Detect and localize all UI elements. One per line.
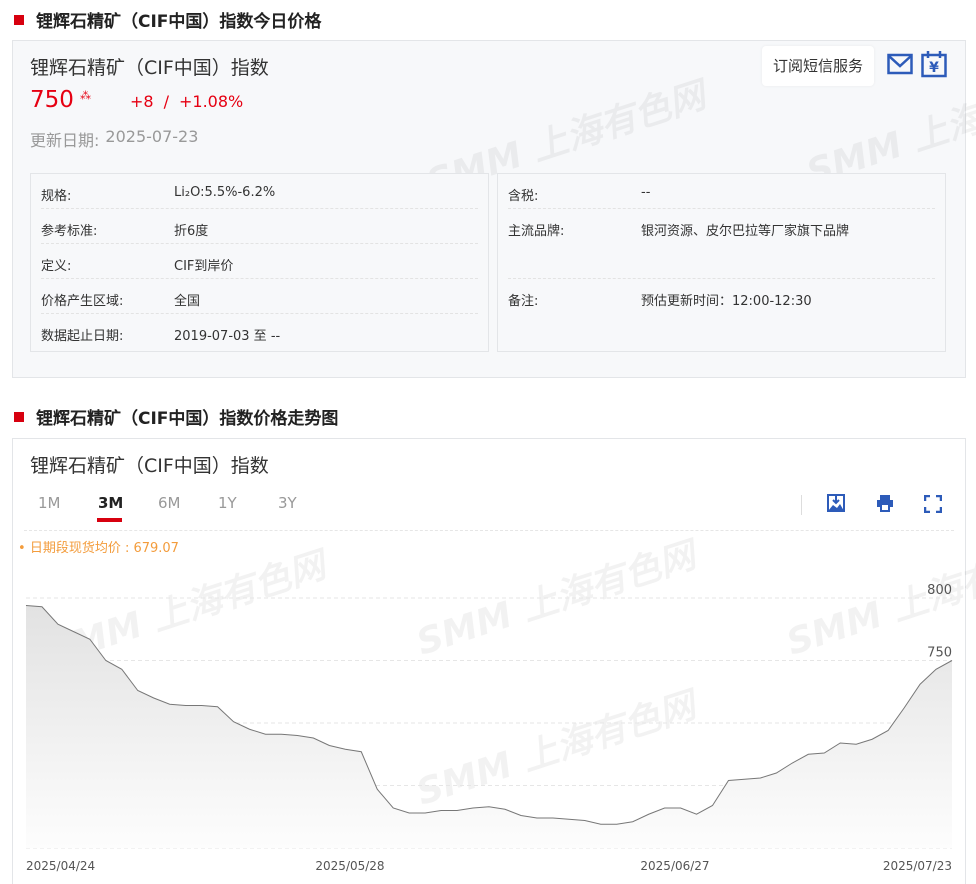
price-trend-chart: 6006507007508002025/04/242025/05/282025/… bbox=[25, 583, 953, 873]
y-tick-label: 800 bbox=[927, 583, 952, 598]
x-tick-label: 2025/06/27 bbox=[640, 859, 709, 873]
y-tick-label: 750 bbox=[927, 646, 952, 661]
x-tick-label: 2025/07/23 bbox=[883, 859, 952, 873]
x-tick-label: 2025/05/28 bbox=[315, 859, 384, 873]
area-fill bbox=[26, 605, 952, 848]
x-tick-label: 2025/04/24 bbox=[26, 859, 95, 873]
